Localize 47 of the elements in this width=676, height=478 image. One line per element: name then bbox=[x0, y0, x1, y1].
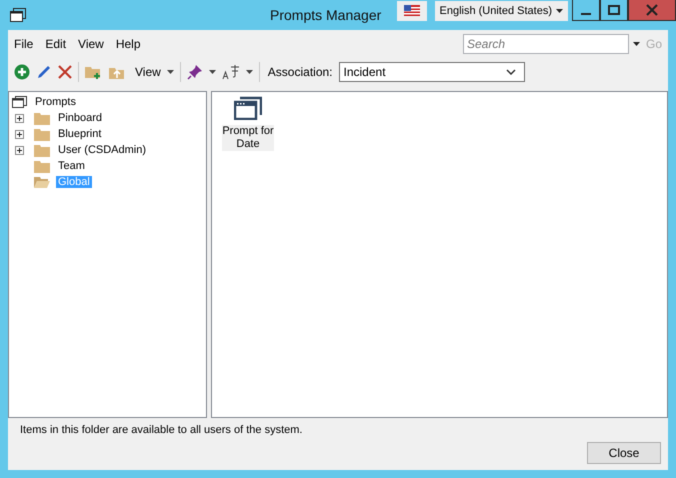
delete-icon[interactable] bbox=[58, 65, 72, 79]
folder-icon bbox=[34, 160, 50, 172]
open-folder-icon bbox=[34, 176, 50, 188]
association-dropdown[interactable]: Incident bbox=[338, 62, 524, 82]
item-label[interactable]: Prompt for Date bbox=[222, 125, 274, 151]
expand-icon[interactable] bbox=[15, 114, 24, 122]
view-menu-button[interactable]: View bbox=[135, 65, 161, 79]
tree-item[interactable]: User (CSDAdmin) bbox=[56, 144, 148, 156]
menu-item[interactable]: Edit bbox=[45, 37, 66, 51]
folder-icon bbox=[34, 144, 50, 156]
folder-icon bbox=[34, 112, 50, 124]
new-folder-icon[interactable] bbox=[85, 64, 103, 80]
add-icon[interactable] bbox=[14, 64, 30, 80]
pin-icon[interactable] bbox=[186, 64, 203, 80]
maximize-button[interactable] bbox=[600, 0, 628, 21]
association-label: Association: bbox=[268, 65, 332, 79]
minimize-icon bbox=[581, 12, 591, 14]
maximize-icon bbox=[608, 4, 620, 14]
pencil-icon[interactable] bbox=[36, 64, 52, 80]
translate-icon[interactable] bbox=[222, 64, 240, 80]
menu-item[interactable]: Help bbox=[116, 37, 141, 51]
caret-icon[interactable] bbox=[556, 9, 563, 13]
window-icon bbox=[12, 96, 27, 108]
close-button[interactable]: Close bbox=[587, 442, 661, 464]
caret-icon[interactable] bbox=[166, 70, 174, 74]
chevron-down-icon bbox=[506, 69, 516, 75]
tree-item[interactable]: Blueprint bbox=[56, 128, 104, 140]
caret-icon[interactable] bbox=[246, 70, 253, 74]
window-title: Prompts Manager bbox=[270, 7, 382, 23]
folder-icon bbox=[34, 128, 50, 140]
menu-item[interactable]: File bbox=[14, 37, 34, 51]
expand-icon[interactable] bbox=[15, 146, 24, 154]
flag-icon[interactable] bbox=[396, 1, 426, 21]
window-icon[interactable] bbox=[234, 96, 262, 120]
close-icon[interactable] bbox=[628, 0, 676, 21]
tree-item[interactable]: Team bbox=[56, 160, 87, 172]
search-field[interactable]: Search bbox=[462, 34, 629, 54]
menu-item[interactable]: View bbox=[78, 37, 104, 51]
tree-item[interactable]: Prompts bbox=[33, 96, 78, 108]
caret-icon[interactable] bbox=[208, 70, 216, 74]
language-dropdown[interactable]: English (United States) bbox=[434, 1, 568, 21]
status-text: Items in this folder are available to all users of the system. bbox=[19, 423, 304, 438]
caret-icon[interactable] bbox=[632, 42, 640, 46]
minimize-button[interactable] bbox=[572, 0, 600, 21]
expand-icon[interactable] bbox=[15, 130, 24, 138]
window-icon bbox=[10, 8, 26, 22]
tree-item[interactable]: Pinboard bbox=[56, 112, 104, 124]
